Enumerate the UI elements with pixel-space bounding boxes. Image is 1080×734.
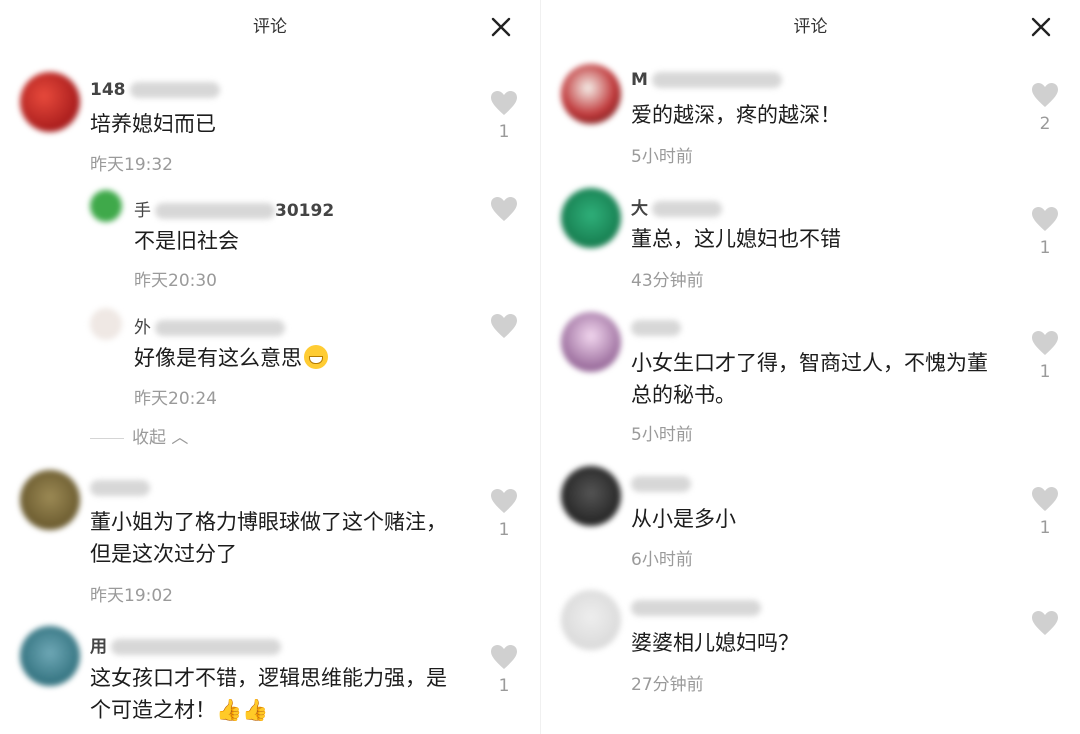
username[interactable] bbox=[631, 318, 681, 338]
comment-text: 董总，这儿媳妇也不错 bbox=[631, 227, 841, 251]
avatar[interactable] bbox=[561, 466, 621, 526]
comment-text: 这女孩口才不错，逻辑思维能力强，是个可造之材！👍👍 bbox=[90, 666, 447, 722]
avatar[interactable] bbox=[561, 590, 621, 650]
comment-text: 培养媳妇而已 bbox=[90, 112, 216, 136]
like-count: 1 bbox=[498, 520, 510, 540]
comment-text: 婆婆相儿媳妇吗？ bbox=[631, 631, 799, 655]
heart-icon bbox=[491, 314, 517, 338]
heart-icon bbox=[1032, 611, 1058, 635]
avatar[interactable] bbox=[90, 308, 122, 340]
username[interactable] bbox=[631, 474, 691, 494]
comment-time: 昨天20:24 bbox=[134, 389, 217, 409]
comment-time: 5小时前 bbox=[631, 147, 693, 167]
comment-time: 昨天19:32 bbox=[90, 155, 173, 175]
close-icon bbox=[1031, 17, 1051, 37]
heart-icon bbox=[1032, 83, 1058, 107]
comment-text: 董小姐为了格力博眼球做了这个赌注，但是这次过分了 bbox=[90, 510, 447, 566]
avatar[interactable] bbox=[20, 72, 80, 132]
username[interactable]: M bbox=[631, 70, 782, 90]
comments-panel-left: 评论 148 培养媳妇而已 昨天19:32 1 手 30192 不是旧社会 昨天2… bbox=[0, 0, 540, 734]
like-button[interactable]: 2 bbox=[1025, 82, 1065, 134]
like-button[interactable]: 1 bbox=[484, 90, 524, 142]
like-count: 1 bbox=[1039, 238, 1051, 258]
comments-panel-right: 评论 M 爱的越深，疼的越深！ 5小时前 2 大 董总，这儿媳妇也不错 43分钟… bbox=[540, 0, 1080, 734]
like-button[interactable] bbox=[484, 313, 524, 365]
heart-icon bbox=[1032, 487, 1058, 511]
panel-title: 评论 bbox=[253, 17, 287, 37]
comment-time: 43分钟前 bbox=[631, 271, 704, 291]
like-button[interactable]: 1 bbox=[484, 488, 524, 540]
like-button[interactable]: 1 bbox=[1025, 330, 1065, 382]
grin-emoji-icon bbox=[304, 345, 328, 369]
avatar[interactable] bbox=[561, 312, 621, 372]
like-button[interactable]: 1 bbox=[1025, 486, 1065, 538]
heart-icon bbox=[491, 489, 517, 513]
like-count: 1 bbox=[498, 676, 510, 696]
comment-text: 小女生口才了得，智商过人，不愧为董总的秘书。 bbox=[631, 351, 988, 407]
username[interactable]: 手 30192 bbox=[134, 196, 334, 221]
close-button[interactable] bbox=[490, 16, 512, 38]
username[interactable] bbox=[90, 478, 150, 498]
like-count bbox=[484, 228, 524, 248]
comment-text: 爱的越深，疼的越深！ bbox=[631, 103, 841, 127]
like-count bbox=[484, 345, 524, 365]
comment-text: 从小是多小 bbox=[631, 507, 736, 531]
username[interactable]: 外 bbox=[134, 313, 285, 338]
comment-time: 27分钟前 bbox=[631, 675, 704, 695]
like-count bbox=[1025, 642, 1065, 662]
avatar[interactable] bbox=[561, 64, 621, 124]
heart-icon bbox=[491, 91, 517, 115]
like-button[interactable] bbox=[1025, 610, 1065, 662]
heart-icon bbox=[1032, 331, 1058, 355]
comment-time: 昨天19:02 bbox=[90, 586, 173, 606]
avatar[interactable] bbox=[561, 188, 621, 248]
avatar[interactable] bbox=[20, 626, 80, 686]
heart-icon bbox=[1032, 207, 1058, 231]
comment-text: 不是旧社会 bbox=[134, 229, 239, 253]
like-count: 2 bbox=[1039, 114, 1051, 134]
comment-time: 5小时前 bbox=[631, 425, 693, 445]
like-count: 1 bbox=[498, 122, 510, 142]
like-button[interactable]: 1 bbox=[1025, 206, 1065, 258]
like-count: 1 bbox=[1039, 362, 1051, 382]
comment-time: 昨天20:30 bbox=[134, 271, 217, 291]
collapse-replies-button[interactable]: 收起 ︿ bbox=[90, 423, 188, 448]
avatar[interactable] bbox=[20, 470, 80, 530]
like-button[interactable]: 1 bbox=[484, 644, 524, 696]
close-icon bbox=[491, 17, 511, 37]
username[interactable]: 大 bbox=[631, 194, 722, 219]
username[interactable]: 用 bbox=[90, 632, 281, 657]
heart-icon bbox=[491, 197, 517, 221]
username[interactable]: 148 bbox=[90, 80, 220, 100]
panel-title: 评论 bbox=[793, 17, 828, 37]
comment-text: 好像是有这么意思 bbox=[134, 342, 494, 374]
like-button[interactable] bbox=[484, 196, 524, 248]
like-count: 1 bbox=[1039, 518, 1051, 538]
avatar[interactable] bbox=[90, 190, 122, 222]
heart-icon bbox=[491, 645, 517, 669]
username[interactable] bbox=[631, 598, 761, 618]
close-button[interactable] bbox=[1030, 16, 1052, 38]
comment-time: 6小时前 bbox=[631, 550, 693, 570]
